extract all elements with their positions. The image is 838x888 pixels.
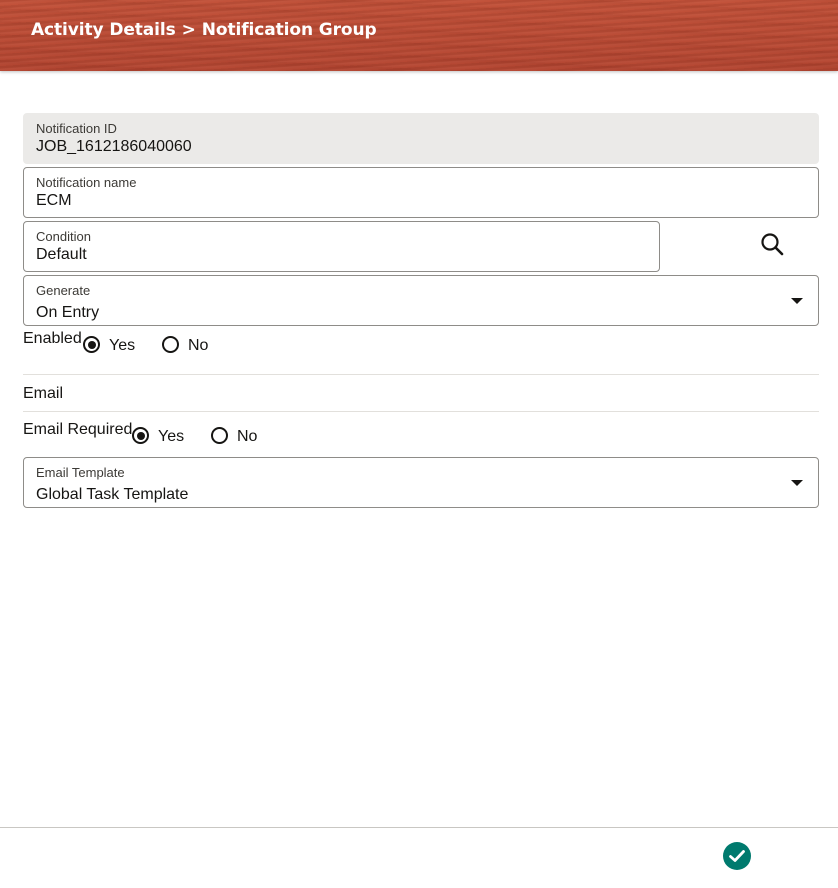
notification-name-input[interactable]: Notification name ECM xyxy=(23,167,819,218)
email-required-yes-label[interactable]: Yes xyxy=(158,428,184,446)
notification-name-value[interactable]: ECM xyxy=(36,192,72,210)
search-icon[interactable] xyxy=(758,230,786,258)
email-template-label: Email Template xyxy=(36,465,125,480)
condition-input[interactable]: Condition Default xyxy=(23,221,660,272)
chevron-down-icon[interactable] xyxy=(791,298,803,304)
email-required-no-label[interactable]: No xyxy=(237,428,257,446)
breadcrumb-parent[interactable]: Activity Details xyxy=(31,20,176,40)
radio-checked-icon[interactable] xyxy=(132,427,149,444)
generate-value: On Entry xyxy=(36,304,100,321)
notification-id-value: JOB_1612186040060 xyxy=(36,138,192,155)
breadcrumb: Activity Details > Notification Group xyxy=(31,20,377,40)
radio-checked-icon[interactable] xyxy=(83,336,100,353)
generate-select[interactable]: Generate On Entry xyxy=(23,275,819,326)
condition-label: Condition xyxy=(36,229,91,244)
enabled-no-label[interactable]: No xyxy=(188,337,208,355)
generate-label: Generate xyxy=(36,283,91,298)
breadcrumb-current: Notification Group xyxy=(201,20,377,40)
breadcrumb-separator: > xyxy=(181,20,196,40)
divider xyxy=(23,374,819,375)
enabled-label: Enabled xyxy=(23,330,82,347)
email-template-value: Global Task Template xyxy=(36,486,189,503)
email-template-select[interactable]: Email Template Global Task Template xyxy=(23,457,819,508)
condition-value[interactable]: Default xyxy=(36,246,87,264)
divider xyxy=(23,411,819,412)
footer-bar xyxy=(0,827,838,888)
notification-id-field: Notification ID JOB_1612186040060 xyxy=(23,113,819,164)
radio-unchecked-icon[interactable] xyxy=(211,427,228,444)
enabled-yes-label[interactable]: Yes xyxy=(109,337,135,355)
chevron-down-icon[interactable] xyxy=(791,480,803,486)
check-circle-icon[interactable] xyxy=(723,842,751,870)
email-section-title: Email xyxy=(23,385,64,402)
notification-id-label: Notification ID xyxy=(36,121,117,136)
radio-unchecked-icon[interactable] xyxy=(162,336,179,353)
page-header: Activity Details > Notification Group xyxy=(0,0,838,71)
notification-name-label: Notification name xyxy=(36,175,137,190)
email-required-label: Email Required xyxy=(23,421,133,438)
